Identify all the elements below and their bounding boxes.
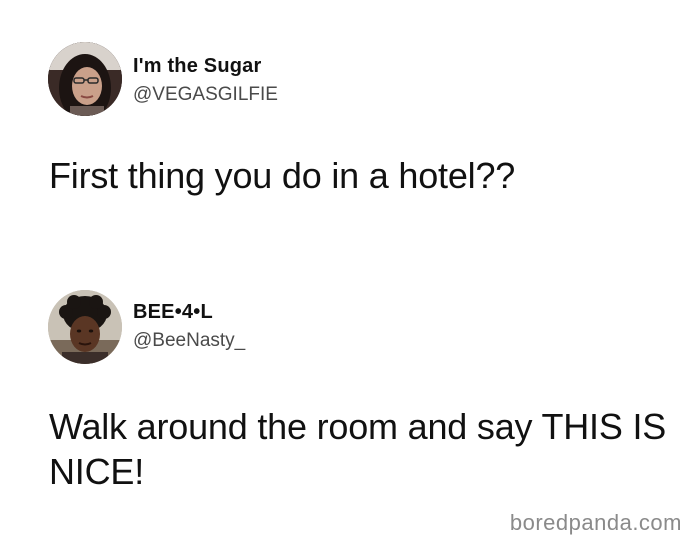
user-handle[interactable]: @BeeNasty_ [133, 330, 245, 352]
avatar[interactable] [48, 42, 122, 116]
display-name[interactable]: BEE•4•L [133, 301, 213, 324]
user-handle[interactable]: @VEGASGILFIE [133, 84, 278, 106]
site-watermark: boredpanda.com [509, 510, 682, 535]
tweet-reply: BEE•4•L @BeeNasty_ Walk around the room … [0, 270, 700, 548]
avatar[interactable] [48, 290, 122, 364]
tweet-text: Walk around the room and say THIS IS NIC… [49, 406, 667, 492]
tweet-text: First thing you do in a hotel?? [49, 155, 516, 196]
person-photo-avatar-icon [48, 42, 122, 116]
tweet-original: I'm the Sugar @VEGASGILFIE First thing y… [0, 0, 700, 270]
display-name[interactable]: I'm the Sugar [133, 55, 262, 78]
person-photo-avatar-icon [48, 290, 122, 364]
